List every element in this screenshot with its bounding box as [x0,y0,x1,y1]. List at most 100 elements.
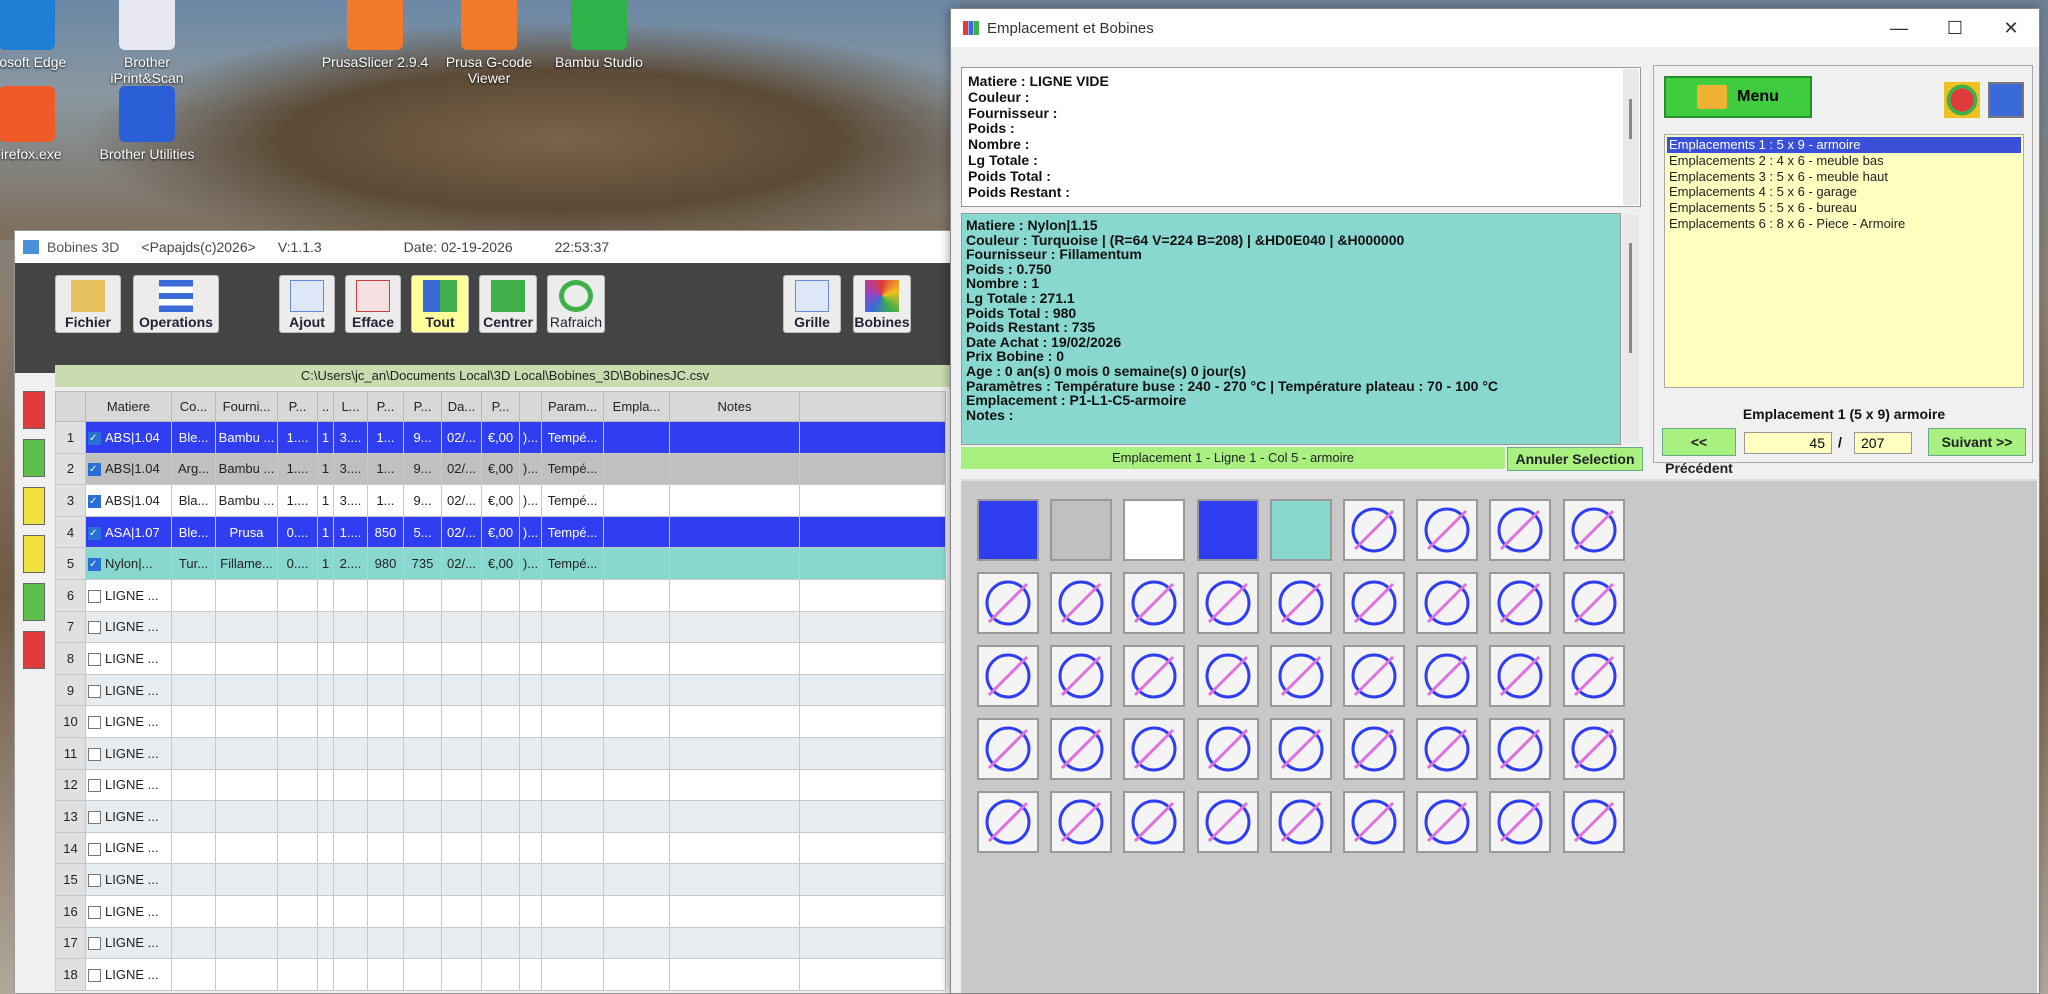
table-cell[interactable]: Bambu ... [215,421,278,454]
row-number[interactable]: 8 [55,642,86,675]
table-cell[interactable] [519,705,542,738]
table-cell[interactable] [277,831,318,865]
table-cell[interactable] [317,642,334,675]
table-cell[interactable] [799,958,946,991]
row-checkbox[interactable] [88,716,101,730]
table-cell[interactable] [403,863,442,896]
table-cell[interactable] [669,863,800,896]
table-row[interactable]: 1 ✓ ABS|1.04 Ble... Bambu ... 1.... 1 3.... 1...… [55,421,946,454]
table-cell[interactable] [669,705,800,738]
table-cell[interactable] [277,768,318,802]
table-cell[interactable] [215,642,278,675]
location-cell[interactable] [1489,718,1552,780]
location-cell[interactable] [1562,791,1625,853]
table-cell[interactable] [541,894,604,928]
row-checkbox[interactable]: ✓ [88,463,101,477]
table-cell[interactable] [317,578,334,612]
annuler-selection-button[interactable]: Annuler Selection [1507,447,1643,471]
location-cell[interactable] [1343,499,1405,561]
location-list-item[interactable]: Emplacements 2 : 4 x 6 - meuble bas [1667,153,2021,169]
location-cell[interactable] [1489,572,1552,634]
table-cell[interactable]: LIGNE ... [85,800,172,833]
rafraich-button[interactable]: Rafraich [547,275,605,333]
row-checkbox[interactable] [88,905,101,919]
table-cell[interactable]: 0.... [277,547,318,580]
previous-button[interactable]: << Précédent [1662,428,1736,476]
table-cell[interactable] [603,452,670,486]
table-cell[interactable]: ✓ ABS|1.04 [85,421,172,454]
table-cell[interactable] [799,547,946,580]
table-cell[interactable] [171,610,216,644]
table-cell[interactable] [519,831,542,865]
table-cell[interactable] [333,831,368,865]
table-cell[interactable] [669,894,800,928]
move-up-button[interactable] [23,487,45,525]
table-cell[interactable] [799,800,946,833]
table-cell[interactable] [519,578,542,612]
table-cell[interactable] [603,705,670,738]
table-row[interactable]: 12 LIGNE ... [55,768,946,802]
desktop-icon[interactable]: Firefox.exe [0,86,82,162]
table-cell[interactable] [171,863,216,896]
table-cell[interactable] [277,926,318,960]
location-cell[interactable] [1489,791,1552,853]
location-list-item[interactable]: Emplacements 6 : 8 x 6 - Piece - Armoire [1667,216,2021,232]
location-cell[interactable] [977,645,1039,707]
column-header[interactable]: .. [317,391,334,422]
column-header[interactable]: Fourni... [215,391,278,422]
location-cell[interactable] [1123,499,1186,561]
table-cell[interactable] [277,578,318,612]
table-cell[interactable]: 9... [403,452,442,486]
table-cell[interactable] [519,610,542,644]
table-cell[interactable] [403,736,442,770]
table-cell[interactable] [317,831,334,865]
table-cell[interactable] [441,894,482,928]
location-cell[interactable] [1343,791,1405,853]
row-number[interactable]: 5 [55,547,86,580]
table-cell[interactable] [603,863,670,896]
table-cell[interactable] [669,768,800,802]
table-cell[interactable] [403,673,442,707]
fichier-button[interactable]: Fichier [55,275,121,333]
table-cell[interactable] [333,673,368,707]
table-cell[interactable] [367,926,404,960]
table-cell[interactable] [541,800,604,833]
table-cell[interactable] [799,768,946,802]
table-cell[interactable] [277,705,318,738]
table-row[interactable]: 5 ✓ Nylon|... Tur... Fillame... 0.... 1 2.... 98… [55,547,946,580]
table-row[interactable]: 9 LIGNE ... [55,673,946,707]
table-cell[interactable] [441,610,482,644]
table-cell[interactable] [171,705,216,738]
table-cell[interactable] [367,610,404,644]
table-cell[interactable] [481,831,520,865]
location-cell[interactable] [977,572,1039,634]
row-number[interactable]: 1 [55,421,86,454]
location-cell[interactable] [1562,499,1625,561]
table-cell[interactable] [519,736,542,770]
table-cell[interactable] [277,736,318,770]
table-cell[interactable] [669,421,800,454]
table-cell[interactable] [403,578,442,612]
table-cell[interactable]: ✓ Nylon|... [85,547,172,580]
location-cell[interactable] [1196,572,1259,634]
row-number[interactable]: 10 [55,705,86,738]
table-cell[interactable] [317,736,334,770]
table-cell[interactable] [541,926,604,960]
table-cell[interactable] [441,926,482,960]
row-checkbox[interactable] [88,747,101,761]
column-header[interactable]: Matiere [85,391,172,422]
table-cell[interactable]: €,00 [481,452,520,486]
table-cell[interactable] [603,547,670,580]
table-cell[interactable] [541,768,604,802]
scroll-thumb[interactable] [1629,243,1632,353]
table-cell[interactable] [171,768,216,802]
desktop-icon[interactable]: Bambu Studio [544,0,654,70]
empty-details-scrollbar[interactable] [1623,69,1639,205]
row-number[interactable]: 12 [55,768,86,802]
table-cell[interactable] [215,610,278,644]
table-cell[interactable] [603,926,670,960]
table-cell[interactable] [519,768,542,802]
table-row[interactable]: 6 LIGNE ... [55,578,946,612]
table-cell[interactable]: 1 [317,484,334,517]
table-cell[interactable] [441,736,482,770]
